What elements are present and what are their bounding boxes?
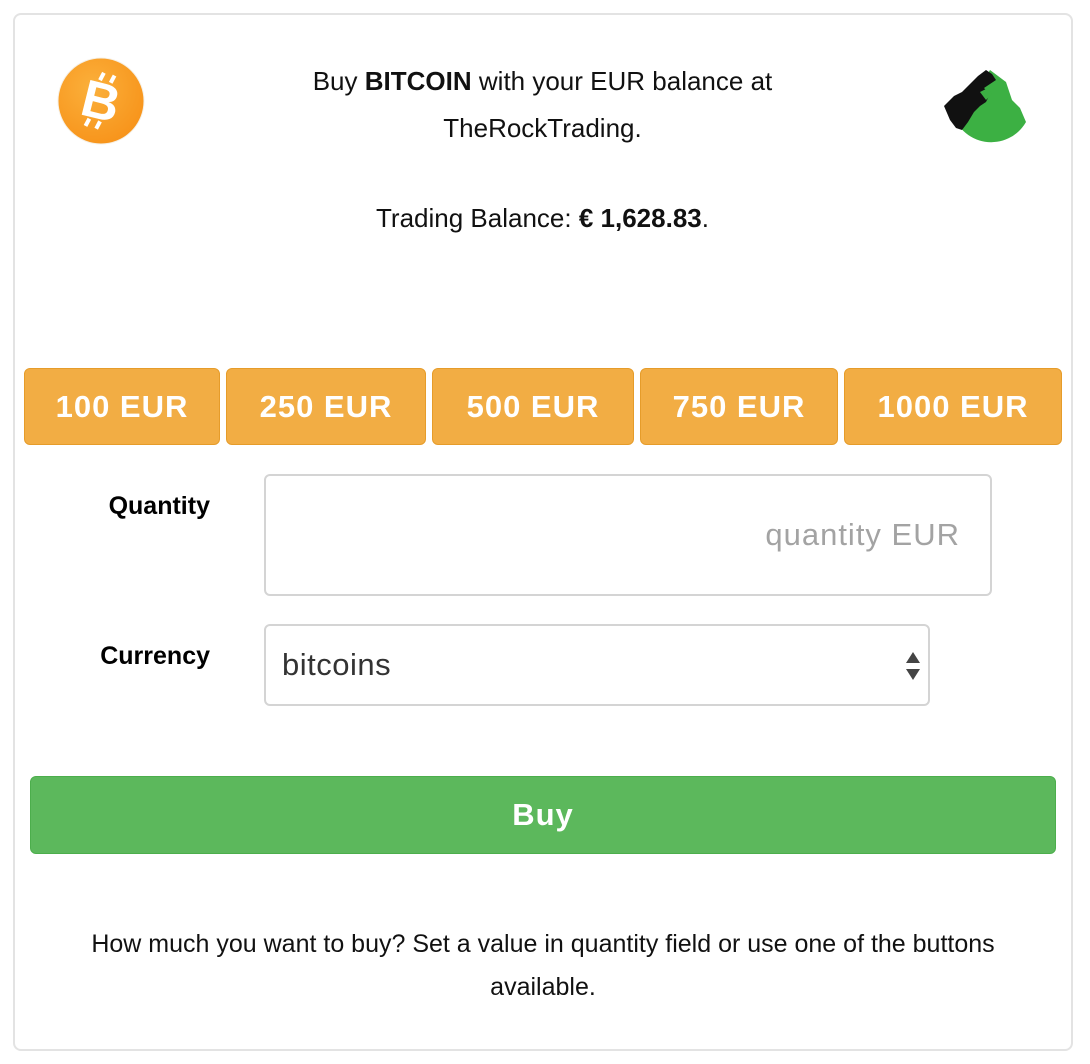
buy-headline: Buy BITCOIN with your EUR balance at The… <box>250 58 835 152</box>
select-arrows-icon <box>906 652 920 680</box>
amount-button-750[interactable]: 750 EUR <box>640 368 838 445</box>
currency-selected-value: bitcoins <box>282 647 392 682</box>
therocktrading-logo-icon <box>944 70 1026 143</box>
coin-name: BITCOIN <box>364 66 472 96</box>
exchange-name: TheRockTrading. <box>443 113 642 143</box>
quantity-input[interactable] <box>264 474 992 596</box>
balance-trailing: . <box>701 203 709 233</box>
balance-label: Trading Balance: <box>376 203 572 233</box>
help-text: How much you want to buy? Set a value in… <box>91 930 995 1001</box>
balance-amount: € 1,628.83 <box>578 203 702 233</box>
currency-label: Currency <box>100 642 210 670</box>
trading-balance: Trading Balance: € 1,628.83. <box>250 196 835 240</box>
amount-button-250[interactable]: 250 EUR <box>226 368 426 445</box>
amount-button-500[interactable]: 500 EUR <box>432 368 634 445</box>
amount-button-1000[interactable]: 1000 EUR <box>844 368 1062 445</box>
buy-button[interactable]: Buy <box>30 776 1056 854</box>
amount-button-100[interactable]: 100 EUR <box>24 368 220 445</box>
bitcoin-logo-icon: B <box>57 57 145 145</box>
currency-select[interactable]: bitcoins <box>264 624 930 706</box>
headline-prefix: Buy <box>312 66 358 96</box>
quantity-label: Quantity <box>108 492 210 520</box>
headline-suffix: with your EUR balance at <box>478 66 773 96</box>
